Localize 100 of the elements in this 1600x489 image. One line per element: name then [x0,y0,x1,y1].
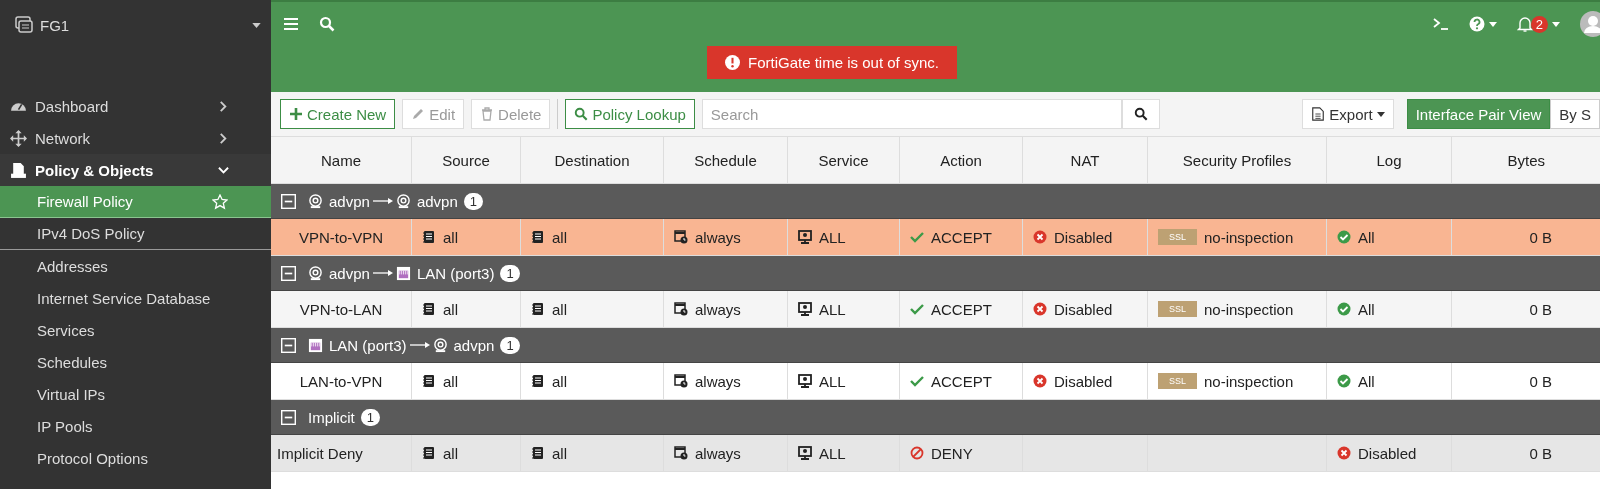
column-header[interactable]: Schedule [664,137,788,183]
sidebar-item[interactable]: IP Pools [0,410,271,442]
monitor-icon [798,446,812,460]
collapse-icon[interactable] [281,409,296,425]
sidebar-item[interactable]: Addresses [0,250,271,282]
monitor-icon [798,374,812,388]
log-setting: All [1358,300,1375,318]
policy-name: VPN-to-LAN [299,300,383,318]
view-toggle[interactable]: Interface Pair View [1406,99,1551,129]
caret-icon[interactable] [1552,21,1560,27]
column-header[interactable]: Action [900,137,1023,183]
security-profile: no-inspection [1204,300,1294,318]
address-icon [531,230,545,244]
policy-name: VPN-to-VPN [298,228,384,246]
bytes-value: 0 B [1529,372,1552,390]
service-name: ALL [819,300,846,318]
sidebar-item[interactable]: Virtual IPs [0,378,271,410]
notification-count: 2 [1530,15,1548,33]
alert-text: FortiGate time is out of sync. [748,54,939,71]
service-name: ALL [819,228,846,246]
column-header[interactable]: Bytes [1452,137,1600,183]
interface-label: advpn [416,192,458,210]
export-button[interactable]: Export [1302,99,1394,129]
nat-status: Disabled [1054,228,1113,246]
sidebar-item[interactable]: Firewall Policy [0,186,271,218]
error-icon [1033,302,1047,316]
policy-row[interactable]: VPN-to-LAN all all always ALL ACCEPT Disabled SSL no-inspection All 0 B [271,291,1600,328]
sidebar-item[interactable]: Protocol Options [0,442,271,474]
address-icon [422,230,436,244]
monitor-icon [798,302,812,316]
interface-label: advpn [329,192,370,210]
move-arrows-icon [10,129,27,147]
search-icon [1133,107,1148,121]
sidebar-item[interactable]: Schedules [0,346,271,378]
group-row[interactable]: Implicit 1 [271,400,1600,435]
search-icon[interactable] [319,16,335,32]
document-icon [10,161,27,179]
nat-status: Disabled [1054,300,1113,318]
policy-count: 1 [500,264,520,282]
column-header[interactable]: NAT [1023,137,1148,183]
address-icon [422,446,436,460]
column-header[interactable]: Service [788,137,900,183]
policy-row[interactable]: VPN-to-VPN all all always ALL ACCEPT Disabled SSL no-inspection All 0 B [271,219,1600,256]
action-label: ACCEPT [931,228,992,246]
device-icon [14,15,34,35]
chevron-right-icon [218,100,229,112]
group-row[interactable]: advpn LAN (port3) 1 [271,256,1600,291]
sidebar-item[interactable]: Network [0,122,271,154]
schedule-name: always [695,372,741,390]
ssl-badge: SSL [1158,373,1197,389]
bytes-value: 0 B [1529,228,1552,246]
search-button[interactable] [1121,99,1160,129]
source-address: all [443,444,458,462]
arrow-right-icon [409,340,430,350]
sidebar-item[interactable]: Services [0,314,271,346]
toolbar-button[interactable]: Create New [280,99,396,129]
destination-address: all [552,228,567,246]
group-row[interactable]: advpn advpn 1 [271,184,1600,219]
group-row[interactable]: LAN (port3) advpn 1 [271,328,1600,363]
address-icon [531,302,545,316]
warning-icon [725,55,740,70]
column-header[interactable]: Security Profiles [1148,137,1327,183]
address-icon [531,374,545,388]
terminal-icon[interactable] [1432,16,1449,32]
column-header[interactable]: Name [271,137,412,183]
policy-row[interactable]: Implicit Deny all all always ALL DENY Disabled 0 B [271,435,1600,472]
action-label: ACCEPT [931,300,992,318]
policy-row[interactable]: LAN-to-VPN all all always ALL ACCEPT Disabled SSL no-inspection All 0 B [271,363,1600,400]
view-toggle[interactable]: By S [1550,99,1600,129]
menu-icon[interactable] [283,16,299,32]
column-header[interactable]: Log [1327,137,1452,183]
policy-lookup-button[interactable]: Policy Lookup [565,99,695,129]
column-header[interactable]: Destination [521,137,664,183]
star-icon[interactable] [212,193,228,210]
schedule-icon [674,374,688,388]
tunnel-icon [308,193,323,209]
bell-icon[interactable] [1516,16,1533,32]
pencil-icon [411,107,426,121]
log-setting: All [1358,372,1375,390]
source-address: all [443,372,458,390]
collapse-icon[interactable] [281,265,296,281]
tunnel-icon [308,265,323,281]
caret-icon[interactable] [1488,21,1497,27]
collapse-icon[interactable] [281,193,296,209]
sidebar-item[interactable]: Dashboard [0,90,271,122]
caret-icon[interactable] [252,22,261,28]
sidebar-item[interactable]: Policy & Objects [0,154,271,186]
security-profile: no-inspection [1204,372,1294,390]
nat-status: Disabled [1054,372,1113,390]
source-address: all [443,300,458,318]
collapse-icon[interactable] [281,337,296,353]
policy-count: 1 [500,336,520,354]
help-icon[interactable] [1468,16,1485,32]
caret-icon [1376,111,1385,117]
sidebar-item[interactable]: Internet Service Database [0,282,271,314]
column-header[interactable]: Source [412,137,521,183]
schedule-name: always [695,228,741,246]
search-field[interactable]: Search [701,99,1122,129]
address-icon [422,302,436,316]
user-avatar-icon[interactable] [1580,11,1600,37]
